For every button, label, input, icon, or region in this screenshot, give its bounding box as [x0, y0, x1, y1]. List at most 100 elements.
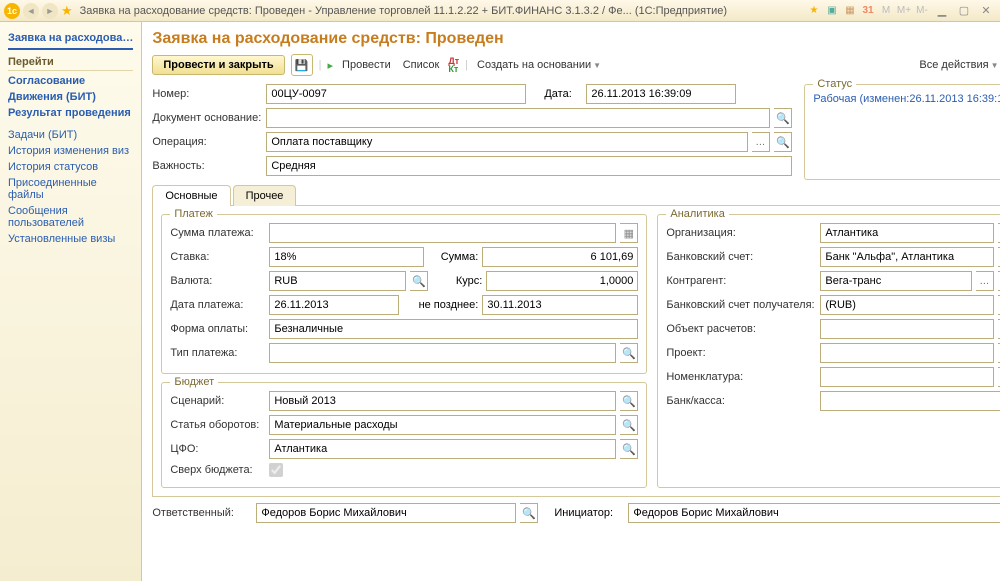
- contragent-label: Контрагент:: [666, 275, 816, 287]
- paydate-label: Дата платежа:: [170, 299, 265, 311]
- calendar-icon[interactable]: 31: [860, 3, 876, 19]
- sum-calc-icon[interactable]: ▦: [620, 223, 638, 243]
- nav-fwd-icon[interactable]: ►: [42, 3, 58, 19]
- date-field[interactable]: [586, 84, 736, 104]
- project-field[interactable]: [820, 343, 994, 363]
- doc-basis-lookup[interactable]: 🔍: [774, 108, 792, 128]
- notlater-field[interactable]: [482, 295, 638, 315]
- resp-field[interactable]: [256, 503, 516, 523]
- post-button[interactable]: Провести: [339, 57, 394, 73]
- recip-bank-label: Банковский счет получателя:: [666, 299, 816, 311]
- operation-dots[interactable]: …: [752, 132, 770, 152]
- sidebar-heading[interactable]: Заявка на расходова…: [8, 32, 133, 50]
- tab-other[interactable]: Прочее: [233, 185, 297, 206]
- article-lookup[interactable]: 🔍: [620, 415, 638, 435]
- contragent-field[interactable]: [820, 271, 972, 291]
- mem-mplus[interactable]: M+: [896, 3, 912, 19]
- importance-field[interactable]: [266, 156, 792, 176]
- notlater-label: не позднее:: [403, 299, 478, 311]
- type-lookup[interactable]: 🔍: [620, 343, 638, 363]
- favorite-icon[interactable]: ★: [61, 3, 73, 19]
- scenario-field[interactable]: [269, 391, 616, 411]
- sum2-field[interactable]: [482, 247, 638, 267]
- sidebar-link-istoriya-viz[interactable]: История изменения виз: [8, 143, 133, 159]
- analytics-legend: Аналитика: [666, 208, 728, 220]
- page-title: Заявка на расходование средств: Проведен: [152, 30, 1000, 48]
- bank-label: Банковский счет:: [666, 251, 816, 263]
- save-button[interactable]: 💾: [291, 54, 313, 76]
- recip-bank-field[interactable]: [820, 295, 994, 315]
- bankcash-label: Банк/касса:: [666, 395, 816, 407]
- sidebar-link-messages[interactable]: Сообщения пользователей: [8, 203, 133, 231]
- cfo-field[interactable]: [269, 439, 616, 459]
- sum-label: Сумма платежа:: [170, 227, 265, 239]
- mem-m[interactable]: M: [878, 3, 894, 19]
- link-icon[interactable]: ▣: [824, 3, 840, 19]
- list-button[interactable]: Список: [400, 57, 443, 73]
- sidebar-link-istoriya-statusov[interactable]: История статусов: [8, 159, 133, 175]
- importance-label: Важность:: [152, 160, 262, 172]
- scenario-lookup[interactable]: 🔍: [620, 391, 638, 411]
- mem-mminus[interactable]: M-: [914, 3, 930, 19]
- resp-lookup[interactable]: 🔍: [520, 503, 538, 523]
- operation-field[interactable]: [266, 132, 748, 152]
- bankcash-field[interactable]: [820, 391, 1000, 411]
- sidebar-link-zadachi[interactable]: Задачи (БИТ): [8, 127, 133, 143]
- currency-label: Валюта:: [170, 275, 265, 287]
- kurs-field[interactable]: [486, 271, 638, 291]
- cfo-label: ЦФО:: [170, 443, 265, 455]
- currency-lookup[interactable]: 🔍: [410, 271, 428, 291]
- operation-label: Операция:: [152, 136, 262, 148]
- sidebar-link-rezultat[interactable]: Результат проведения: [8, 105, 133, 121]
- close-icon[interactable]: ✕: [976, 3, 996, 19]
- number-field[interactable]: [266, 84, 526, 104]
- main-content: Заявка на расходование средств: Проведен…: [142, 22, 1000, 581]
- nomen-field[interactable]: [820, 367, 994, 387]
- create-based-button[interactable]: Создать на основании▼: [474, 57, 604, 73]
- sidebar-link-dvizheniya[interactable]: Движения (БИТ): [8, 89, 133, 105]
- minimize-icon[interactable]: ▁: [932, 3, 952, 19]
- sidebar-link-soglasovanie[interactable]: Согласование: [8, 73, 133, 89]
- contragent-dots[interactable]: …: [976, 271, 994, 291]
- article-label: Статья оборотов:: [170, 419, 265, 431]
- budget-legend: Бюджет: [170, 376, 218, 388]
- tabs: Основные Прочее: [152, 184, 1000, 206]
- post-and-close-button[interactable]: Провести и закрыть: [152, 55, 284, 75]
- operation-lookup[interactable]: 🔍: [774, 132, 792, 152]
- status-link[interactable]: Рабочая (изменен:26.11.2013 16:39:10): [813, 93, 1000, 105]
- init-field[interactable]: [628, 503, 1000, 523]
- tab-main[interactable]: Основные: [152, 185, 230, 206]
- bank-field[interactable]: [820, 247, 994, 267]
- sidebar: Заявка на расходова… Перейти Согласовани…: [0, 22, 142, 581]
- kurs-label: Курс:: [432, 275, 482, 287]
- sum-field[interactable]: [269, 223, 616, 243]
- paydate-field[interactable]: [269, 295, 399, 315]
- all-actions-button[interactable]: Все действия▼: [916, 57, 1000, 73]
- calc-icon[interactable]: ▦: [842, 3, 858, 19]
- currency-field[interactable]: [269, 271, 406, 291]
- object-field[interactable]: [820, 319, 994, 339]
- init-label: Инициатор:: [554, 507, 624, 519]
- tab-body: Платеж Сумма платежа: ▦ Ставка: Сумма: В…: [152, 206, 1000, 497]
- nav-back-icon[interactable]: ◄: [23, 3, 39, 19]
- resp-label: Ответственный:: [152, 507, 252, 519]
- over-checkbox: [269, 463, 283, 477]
- maximize-icon[interactable]: ▢: [954, 3, 974, 19]
- form-field[interactable]: [269, 319, 638, 339]
- status-group: Статус Рабочая (изменен:26.11.2013 16:39…: [804, 84, 1000, 180]
- dk-icon[interactable]: ДтКт: [448, 57, 459, 73]
- number-label: Номер:: [152, 88, 262, 100]
- rate-field[interactable]: [269, 247, 424, 267]
- toolbar: Провести и закрыть 💾 | ▸ Провести Список…: [152, 54, 1000, 76]
- over-label: Сверх бюджета:: [170, 464, 265, 476]
- date-label: Дата:: [544, 88, 582, 100]
- status-legend: Статус: [813, 78, 856, 90]
- org-field[interactable]: [820, 223, 994, 243]
- type-field[interactable]: [269, 343, 616, 363]
- sidebar-link-files[interactable]: Присоединенные файлы: [8, 175, 133, 203]
- fav-add-icon[interactable]: ★: [806, 3, 822, 19]
- doc-basis-field[interactable]: [266, 108, 770, 128]
- cfo-lookup[interactable]: 🔍: [620, 439, 638, 459]
- sidebar-link-vizy[interactable]: Установленные визы: [8, 231, 133, 247]
- article-field[interactable]: [269, 415, 616, 435]
